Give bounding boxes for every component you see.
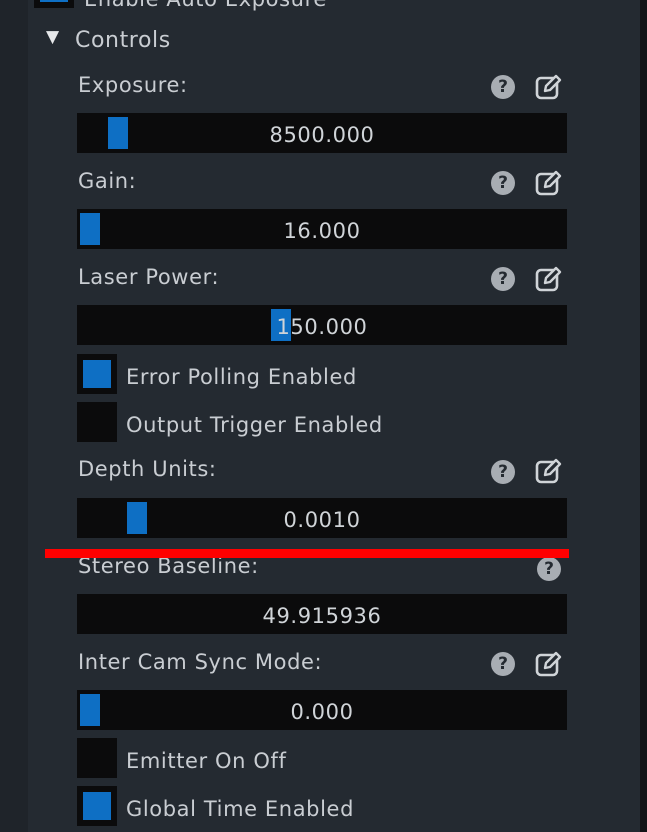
depth-units-slider[interactable]: 0.0010 bbox=[77, 498, 567, 538]
depth-units-value: 0.0010 bbox=[283, 508, 361, 532]
inter-cam-sync-label: Inter Cam Sync Mode: bbox=[78, 650, 323, 674]
auto-exposure-checkbox[interactable] bbox=[34, 0, 74, 8]
gain-slider[interactable]: 16.000 bbox=[77, 209, 567, 249]
question-circle-icon[interactable]: ? bbox=[491, 267, 515, 291]
pencil-square-icon[interactable] bbox=[534, 649, 564, 679]
pencil-square-icon[interactable] bbox=[534, 72, 564, 102]
red-annotation-line bbox=[45, 549, 569, 558]
checkbox-checked-mark bbox=[83, 360, 111, 388]
inter-cam-sync-slider[interactable]: 0.000 bbox=[77, 690, 567, 730]
depth-units-label: Depth Units: bbox=[78, 457, 217, 481]
exposure-slider[interactable]: 8500.000 bbox=[77, 113, 567, 153]
stereo-baseline-value: 49.915936 bbox=[262, 604, 382, 628]
section-title-controls[interactable]: Controls bbox=[75, 28, 171, 54]
pencil-square-icon[interactable] bbox=[534, 168, 564, 198]
collapse-triangle-icon[interactable]: ▼ bbox=[46, 27, 59, 47]
controls-panel: Enable Auto Exposure ▼ Controls Exposure… bbox=[0, 0, 640, 832]
question-circle-icon[interactable]: ? bbox=[491, 652, 515, 676]
question-circle-icon[interactable]: ? bbox=[491, 171, 515, 195]
global-time-checkbox[interactable] bbox=[77, 786, 117, 826]
emitter-on-off-checkbox[interactable] bbox=[77, 738, 117, 778]
global-time-label: Global Time Enabled bbox=[126, 797, 354, 821]
error-polling-label: Error Polling Enabled bbox=[126, 365, 357, 389]
checkbox-checked-mark bbox=[40, 0, 68, 2]
panel-indent-strip bbox=[0, 0, 28, 832]
pencil-square-icon[interactable] bbox=[534, 264, 564, 294]
question-circle-icon[interactable]: ? bbox=[491, 75, 515, 99]
pencil-square-icon[interactable] bbox=[534, 456, 564, 486]
auto-exposure-label: Enable Auto Exposure bbox=[84, 0, 327, 12]
output-trigger-checkbox[interactable] bbox=[77, 402, 117, 442]
exposure-label: Exposure: bbox=[78, 73, 188, 97]
inter-cam-sync-value: 0.000 bbox=[290, 700, 354, 724]
stereo-baseline-field: 49.915936 bbox=[77, 594, 567, 634]
error-polling-checkbox[interactable] bbox=[77, 354, 117, 394]
checkbox-checked-mark bbox=[83, 792, 111, 820]
gain-label: Gain: bbox=[78, 169, 137, 193]
laser-power-label: Laser Power: bbox=[78, 265, 220, 289]
laser-power-value: 150.000 bbox=[276, 315, 368, 339]
emitter-on-off-label: Emitter On Off bbox=[126, 749, 287, 773]
laser-power-slider[interactable]: 150.000 bbox=[77, 305, 567, 345]
question-circle-icon[interactable]: ? bbox=[491, 460, 515, 484]
exposure-value: 8500.000 bbox=[269, 123, 375, 147]
question-circle-icon[interactable]: ? bbox=[537, 557, 561, 581]
window-border bbox=[640, 0, 647, 832]
output-trigger-label: Output Trigger Enabled bbox=[126, 413, 383, 437]
gain-value: 16.000 bbox=[283, 219, 361, 243]
